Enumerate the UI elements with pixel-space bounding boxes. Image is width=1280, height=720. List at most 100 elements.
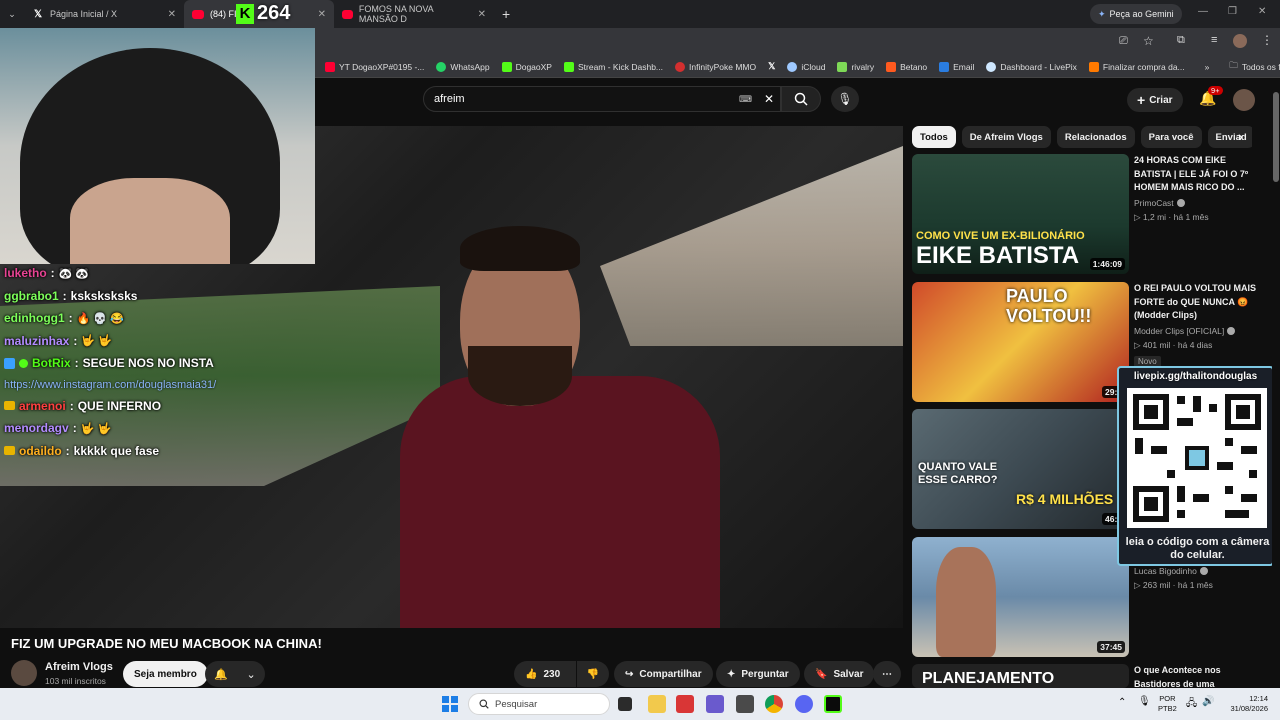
browser-menu-icon[interactable]: ⋮ — [1261, 33, 1273, 47]
chat-username: maluzinhax — [4, 333, 70, 348]
video-channel[interactable]: Modder Clips [OFICIAL] — [1134, 326, 1259, 336]
share-button[interactable]: ↪ Compartilhar — [614, 661, 713, 687]
create-button[interactable]: + Criar — [1127, 88, 1183, 112]
video-thumbnail[interactable]: PLANEJAMENTO — [912, 664, 1129, 688]
like-button[interactable]: 👍 230 — [514, 661, 576, 687]
language-code: POR — [1159, 694, 1176, 703]
bookmark-item[interactable]: DogaoXP — [498, 61, 556, 72]
close-tab-icon[interactable]: ✕ — [168, 9, 176, 20]
bookmark-star-icon[interactable]: ☆ — [1143, 34, 1154, 48]
tab-youtube-mansao[interactable]: FOMOS NA NOVA MANSÃO D ✕ — [334, 0, 494, 28]
voice-search-button[interactable]: 🎙 — [831, 86, 859, 112]
subscriber-count: 103 mil inscritos — [45, 676, 106, 686]
chip-uploaded[interactable]: Enviad — [1207, 126, 1252, 148]
gemini-label: Peça ao Gemini — [1109, 9, 1174, 19]
task-view-icon[interactable] — [618, 697, 632, 711]
upload-age: há 1 mês — [1177, 580, 1213, 590]
chrome-icon[interactable] — [765, 695, 783, 713]
app-red-icon[interactable] — [676, 695, 694, 713]
shirt — [400, 376, 720, 628]
close-tab-icon[interactable]: ✕ — [318, 9, 326, 20]
bookmark-item[interactable]: Stream - Kick Dashb... — [560, 61, 667, 72]
reading-list-icon[interactable]: ≡ — [1211, 34, 1217, 46]
channel-avatar[interactable] — [11, 660, 37, 686]
chat-link[interactable]: https://www.instagram.com/douglasmaia31/ — [4, 375, 304, 395]
chip-all[interactable]: Todos — [912, 126, 956, 148]
cast-icon[interactable]: ⎚ — [1119, 35, 1128, 48]
video-channel[interactable]: PrimoCast — [1134, 198, 1259, 208]
calculator-icon[interactable] — [736, 695, 754, 713]
video-title[interactable]: 24 HORAS COM EIKE BATISTA | ELE JÁ FOI O… — [1134, 154, 1259, 195]
kick-app-icon[interactable] — [824, 695, 842, 713]
video-title[interactable]: O que Acontece nos Bastidores de uma — [1134, 664, 1259, 688]
chat-username: menordagv — [4, 421, 69, 436]
close-window-button[interactable]: ✕ — [1258, 6, 1266, 17]
dislike-button[interactable]: 👎 — [577, 661, 609, 687]
gemini-button[interactable]: ✦ Peça ao Gemini — [1090, 4, 1182, 24]
chip-related[interactable]: Relacionados — [1056, 126, 1135, 148]
all-favorites-folder[interactable]: 🗀Todos os favoritos — [1225, 60, 1280, 74]
bookmark-item[interactable]: Betano — [882, 61, 931, 72]
extensions-icon[interactable]: ⧉ — [1177, 34, 1185, 47]
input-language-indicator[interactable]: POR PTB2 — [1158, 694, 1177, 714]
ask-button[interactable]: ✦ Perguntar — [716, 661, 800, 687]
search-icon — [794, 92, 808, 106]
more-actions-button[interactable]: ⋯ — [873, 661, 901, 687]
bookmark-label: Email — [953, 61, 975, 72]
clear-search-icon[interactable]: ✕ — [764, 92, 774, 106]
video-channel[interactable]: Lucas Bigodinho — [1134, 566, 1259, 576]
video-thumbnail[interactable]: COMO VIVE UM EX-BILIONÁRIO EIKE BATISTA … — [912, 154, 1129, 274]
video-thumbnail[interactable]: PAULO VOLTOU!! 29:4 — [912, 282, 1129, 402]
bookmark-item[interactable]: WhatsApp — [432, 61, 493, 72]
bookmark-item[interactable]: Dashboard - LivePix — [982, 61, 1081, 72]
network-icon[interactable]: 🖧 — [1186, 696, 1197, 713]
video-thumbnail[interactable]: 37:45 — [912, 537, 1129, 657]
video-title[interactable]: O REI PAULO VOLTOU MAIS FORTE do QUE NUN… — [1134, 282, 1259, 323]
play-icon: ▷ — [1134, 211, 1143, 222]
chip-from-channel[interactable]: De Afreim Vlogs — [961, 126, 1051, 148]
recommended-video[interactable]: PLANEJAMENTO O que Acontece nos Bastidor… — [912, 664, 1264, 688]
volume-icon[interactable]: 🔊 — [1202, 696, 1214, 707]
bookmark-item[interactable]: rivalry — [833, 61, 878, 72]
save-button[interactable]: 🔖 Salvar — [804, 661, 875, 687]
subscription-bell-button[interactable]: 🔔 ⌄ — [205, 661, 265, 687]
account-avatar[interactable] — [1233, 89, 1255, 111]
search-button[interactable] — [781, 86, 821, 112]
file-explorer-icon[interactable] — [648, 695, 666, 713]
chat-separator: : — [74, 356, 79, 371]
close-tab-icon[interactable]: ✕ — [478, 9, 486, 20]
keyboard-icon[interactable]: ⌨ — [739, 94, 752, 105]
profile-avatar-icon[interactable] — [1233, 34, 1247, 48]
bookmark-item[interactable]: YT DogaoXP#0195 -... — [321, 61, 428, 72]
search-input[interactable]: afreim ⌨ ✕ — [423, 86, 781, 112]
microphone-tray-icon[interactable]: 🎙 — [1138, 696, 1151, 707]
new-tab-button[interactable]: + — [494, 0, 518, 28]
windows-start-icon[interactable] — [442, 696, 458, 712]
recommended-video[interactable]: COMO VIVE UM EX-BILIONÁRIO EIKE BATISTA … — [912, 154, 1264, 274]
tray-chevron-icon[interactable]: ⌃ — [1118, 697, 1126, 708]
chat-separator: : — [65, 443, 70, 458]
chips-next-chevron-icon[interactable]: › — [1238, 128, 1243, 144]
system-clock[interactable]: 12:14 31/08/2026 — [1222, 694, 1268, 714]
video-thumbnail[interactable]: QUANTO VALE ESSE CARRO? R$ 4 MILHÕES 46:… — [912, 409, 1129, 529]
channel-name[interactable]: Afreim Vlogs — [45, 661, 113, 673]
snipping-tool-icon[interactable] — [706, 695, 724, 713]
bookmarks-overflow-chevron-icon[interactable]: » — [1201, 62, 1214, 72]
bookmark-item[interactable]: iCloud — [783, 61, 829, 72]
notifications-button[interactable]: 🔔 9+ — [1199, 86, 1223, 107]
join-button[interactable]: Seja membro — [123, 661, 208, 687]
discord-icon[interactable] — [795, 695, 813, 713]
scrollbar-thumb[interactable] — [1273, 92, 1279, 182]
tab-list-button[interactable]: ⌄ — [0, 0, 24, 28]
bookmark-label: YT DogaoXP#0195 -... — [339, 61, 425, 72]
bookmark-item[interactable]: InfinityPoke MMO — [671, 61, 760, 72]
bookmark-item[interactable]: Email — [935, 61, 978, 72]
minimize-window-button[interactable]: — — [1198, 6, 1208, 17]
tab-x-home[interactable]: 𝕏 Página Inicial / X ✕ — [24, 0, 184, 28]
taskbar-search-input[interactable]: Pesquisar — [468, 693, 610, 715]
bookmark-item[interactable]: Finalizar compra da... — [1085, 61, 1189, 72]
view-count: 401 mil — [1142, 339, 1171, 350]
bookmark-item[interactable]: 𝕏 — [764, 61, 779, 72]
chip-for-you[interactable]: Para você — [1140, 126, 1202, 148]
maximize-window-button[interactable]: ❐ — [1228, 6, 1237, 17]
